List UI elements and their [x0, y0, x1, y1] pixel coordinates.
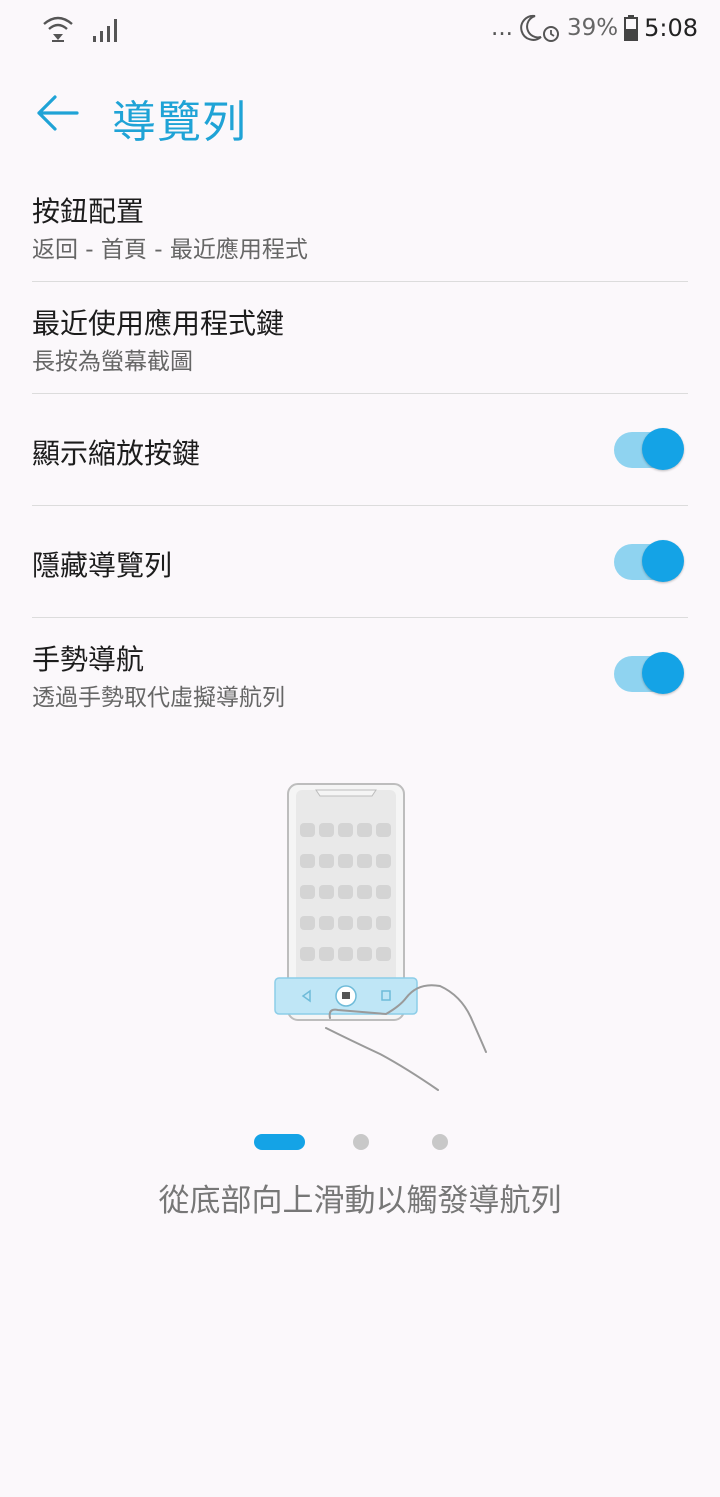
setting-hide-nav-bar[interactable]: 隱藏導覽列: [32, 506, 688, 618]
page-title: 導覽列: [112, 97, 247, 148]
status-right: ... 39% 5:08: [491, 12, 698, 44]
toggle-knob: [642, 540, 684, 582]
setting-title: 手勢導航: [32, 643, 145, 676]
setting-subtitle: 長按為螢幕截圖: [32, 349, 193, 375]
hide-nav-bar-toggle[interactable]: [614, 540, 684, 582]
toggle-knob: [642, 428, 684, 470]
show-zoom-key-toggle[interactable]: [614, 428, 684, 470]
tutorial-caption: 從底部向上滑動以觸發導航列: [158, 1183, 562, 1219]
pager-dot-active[interactable]: [254, 1134, 305, 1150]
setting-title: 顯示縮放按鍵: [32, 437, 201, 470]
gesture-navigation-toggle[interactable]: [614, 652, 684, 694]
setting-title: 按鈕配置: [32, 195, 145, 228]
clock: 5:08: [644, 14, 698, 42]
toggle-knob: [642, 652, 684, 694]
phone-gesture-illustration: [274, 783, 487, 1091]
pager-dot[interactable]: [353, 1134, 369, 1150]
battery-icon: [624, 15, 639, 41]
setting-button-layout[interactable]: 按鈕配置 返回 - 首頁 - 最近應用程式: [32, 170, 688, 282]
wifi-icon: [43, 16, 73, 42]
back-button[interactable]: [30, 86, 84, 140]
setting-subtitle: 透過手勢取代虛擬導航列: [32, 685, 285, 711]
pager-dot[interactable]: [432, 1134, 448, 1150]
more-notifications-indicator: ...: [491, 15, 513, 41]
setting-show-zoom-key[interactable]: 顯示縮放按鍵: [32, 394, 688, 506]
back-arrow-icon: [37, 95, 79, 131]
battery-percent: 39%: [566, 15, 619, 41]
app-header: 導覽列: [0, 80, 720, 150]
signal-icon: [93, 19, 117, 42]
settings-list: 按鈕配置 返回 - 首頁 - 最近應用程式 最近使用應用程式鍵 長按為螢幕截圖 …: [32, 170, 688, 730]
setting-title: 隱藏導覽列: [32, 549, 173, 582]
status-left: [42, 14, 122, 46]
setting-subtitle: 返回 - 首頁 - 最近應用程式: [32, 237, 308, 263]
status-bar: ... 39% 5:08: [0, 0, 720, 62]
alarm-icon: [542, 26, 559, 42]
setting-gesture-navigation[interactable]: 手勢導航 透過手勢取代虛擬導航列: [32, 618, 688, 730]
tutorial-pager: [254, 1134, 454, 1150]
setting-title: 最近使用應用程式鍵: [32, 307, 285, 340]
setting-recent-apps-key[interactable]: 最近使用應用程式鍵 長按為螢幕截圖: [32, 282, 688, 394]
